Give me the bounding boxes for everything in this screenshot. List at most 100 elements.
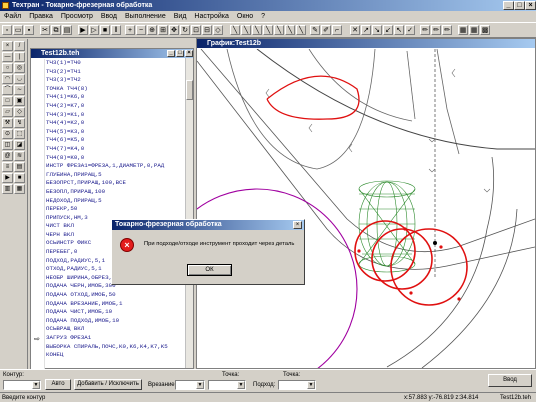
code-line[interactable]: ПОДАЧА ВРЕЗАНИЕ,ИМОБ,1 — [46, 300, 186, 309]
surface-icon[interactable]: ◇ — [14, 107, 25, 117]
tool-sheet-icon[interactable]: ▦ — [458, 25, 468, 35]
tool-pencil3-icon[interactable]: ✏ — [442, 25, 452, 35]
line-h-icon[interactable]: — — [2, 52, 13, 62]
tool-arrow3-icon[interactable]: ↙ — [383, 25, 393, 35]
arc2-icon[interactable]: ◡ — [14, 74, 25, 84]
editor-scrollbar[interactable] — [185, 58, 193, 368]
code-line[interactable]: ТЧ4(2)=K7,0 — [46, 102, 186, 111]
code-line[interactable]: БЕЗОПРСТ,ПРИРАЩ,100,ВСЕ — [46, 179, 186, 188]
code-line[interactable]: ТЧ3(2)=ТЧ1 — [46, 68, 186, 77]
contour-combo[interactable]: ▼ — [3, 380, 41, 390]
pan-icon[interactable]: ✥ — [169, 25, 179, 35]
tool-arrow-icon[interactable]: ↗ — [361, 25, 371, 35]
code-line[interactable]: ТЧ4(8)=K0,0 — [46, 154, 186, 163]
cut-path-icon[interactable]: ↯ — [14, 118, 25, 128]
chevron-down-icon[interactable]: ▼ — [196, 381, 204, 389]
tool-line-icon[interactable]: ╲ — [230, 25, 240, 35]
line-icon[interactable]: / — [14, 41, 25, 51]
line-v-icon[interactable]: | — [14, 52, 25, 62]
minimize-button[interactable]: _ — [503, 1, 514, 10]
menu-display[interactable]: Вид — [170, 11, 191, 22]
tool-arrow4-icon[interactable]: ↖ — [394, 25, 404, 35]
code-line[interactable]: ТЧ3(3)=ТЧ2 — [46, 76, 186, 85]
code-line[interactable]: ГЛУБИНА,ПРИРАЩ,5 — [46, 171, 186, 180]
menu-edit[interactable]: Правка — [25, 11, 57, 22]
sim-stop-icon[interactable]: ■ — [14, 173, 25, 183]
view-top-icon[interactable]: ⊡ — [191, 25, 201, 35]
plane-icon[interactable]: ▱ — [2, 107, 13, 117]
code-line[interactable]: ТЧ3(1)=ТЧ0 — [46, 59, 186, 68]
point-a-combo[interactable]: ▼ — [208, 380, 246, 390]
tool-line5-icon[interactable]: ╲ — [274, 25, 284, 35]
ok-button[interactable]: ОК — [187, 264, 232, 276]
sim-icon[interactable]: ▶ — [2, 173, 13, 183]
dialog-close-button[interactable]: × — [293, 221, 302, 229]
code-line[interactable]: ПОДАЧА ЧИСТ,ИМОБ,10 — [46, 308, 186, 317]
add-exclude-button[interactable]: Добавить / Исключить — [74, 379, 142, 390]
rect-icon[interactable]: □ — [2, 96, 13, 106]
code-line[interactable]: НЕДОХОД,ПРИРАЩ,5 — [46, 197, 186, 206]
mill-icon[interactable]: ◪ — [14, 140, 25, 150]
chevron-down-icon[interactable]: ▼ — [307, 381, 315, 389]
pause-icon[interactable]: ‖ — [111, 25, 121, 35]
zoom-window-icon[interactable]: ⊕ — [147, 25, 157, 35]
code-line[interactable]: ПЕРЕКР,50 — [46, 205, 186, 214]
code-line[interactable]: ТЧ4(6)=K5,0 — [46, 136, 186, 145]
close-button[interactable]: × — [525, 1, 536, 10]
save-icon[interactable]: ▪ — [24, 25, 34, 35]
code-line[interactable]: КОНЕЦ — [46, 351, 186, 359]
table-icon[interactable]: ▤ — [14, 162, 25, 172]
tool-arrow2-icon[interactable]: ↘ — [372, 25, 382, 35]
nc-icon[interactable]: ▦ — [14, 184, 25, 194]
menu-run[interactable]: Выполнение — [121, 11, 170, 22]
menu-input[interactable]: Ввод — [97, 11, 121, 22]
zoom-out-icon[interactable]: − — [136, 25, 146, 35]
menu-window[interactable]: Окно — [233, 11, 257, 22]
contour-icon[interactable]: ⌒ — [2, 85, 13, 95]
tool-check-icon[interactable]: ✓ — [405, 25, 415, 35]
tool-grid-icon[interactable]: ▩ — [480, 25, 490, 35]
chevron-down-icon[interactable]: ▼ — [32, 381, 40, 389]
code-line[interactable]: БЕЗОПЛ,ПРИРАЩ,100 — [46, 188, 186, 197]
tool-line4-icon[interactable]: ╲ — [263, 25, 273, 35]
code-line[interactable]: ТЧ4(5)=K3,0 — [46, 128, 186, 137]
editor-close-button[interactable]: × — [185, 50, 193, 57]
circle-icon[interactable]: ○ — [2, 63, 13, 73]
tool-edit-icon[interactable]: ✎ — [310, 25, 320, 35]
point-icon[interactable]: × — [2, 41, 13, 51]
tool-icon[interactable]: ⚒ — [2, 118, 13, 128]
tool-mark-icon[interactable]: ✐ — [321, 25, 331, 35]
code-line[interactable]: ПОДАЧА ПОДХОД,ИМОБ,10 — [46, 317, 186, 326]
view-front-icon[interactable]: ⊟ — [202, 25, 212, 35]
layer-icon[interactable]: ≡ — [2, 162, 13, 172]
rotate-icon[interactable]: ↻ — [180, 25, 190, 35]
run-icon[interactable]: ▶ — [78, 25, 88, 35]
tool-line2-icon[interactable]: ╲ — [241, 25, 251, 35]
tool-sheet2-icon[interactable]: ▦ — [469, 25, 479, 35]
turning-icon[interactable]: ◫ — [2, 140, 13, 150]
contour2-icon[interactable]: ∼ — [14, 85, 25, 95]
cut-icon[interactable]: ✂ — [40, 25, 50, 35]
code-line[interactable]: ТЧ4(1)=K6,0 — [46, 93, 186, 102]
code-line[interactable]: ТЧ4(4)=K2,0 — [46, 119, 186, 128]
code-line[interactable]: ЗАГРУЗ ФРЕЗА1 — [46, 334, 186, 343]
code-line[interactable]: ТЧ4(3)=K1,0 — [46, 111, 186, 120]
zoom-in-icon[interactable]: + — [125, 25, 135, 35]
tool-measure-icon[interactable]: ⌐ — [332, 25, 342, 35]
tool-pencil2-icon[interactable]: ✏ — [431, 25, 441, 35]
post-icon[interactable]: ▥ — [2, 184, 13, 194]
plunge-combo[interactable]: ▼ — [175, 380, 205, 390]
view-iso-icon[interactable]: ◇ — [213, 25, 223, 35]
tool-line3-icon[interactable]: ╲ — [252, 25, 262, 35]
menu-settings[interactable]: Настройка — [190, 11, 232, 22]
enter-button[interactable]: Ввод — [488, 374, 532, 387]
menu-view[interactable]: Просмотр — [57, 11, 97, 22]
thread-icon[interactable]: ≋ — [14, 151, 25, 161]
code-line[interactable]: ОСЬВРАЩ ВКЛ — [46, 325, 186, 334]
point-b-combo[interactable]: ▼ — [278, 380, 316, 390]
copy-icon[interactable]: ⧉ — [51, 25, 61, 35]
menu-help[interactable]: ? — [257, 11, 269, 22]
arc-icon[interactable]: ◠ — [2, 74, 13, 84]
menu-file[interactable]: Файл — [0, 11, 25, 22]
step-icon[interactable]: ▷ — [89, 25, 99, 35]
